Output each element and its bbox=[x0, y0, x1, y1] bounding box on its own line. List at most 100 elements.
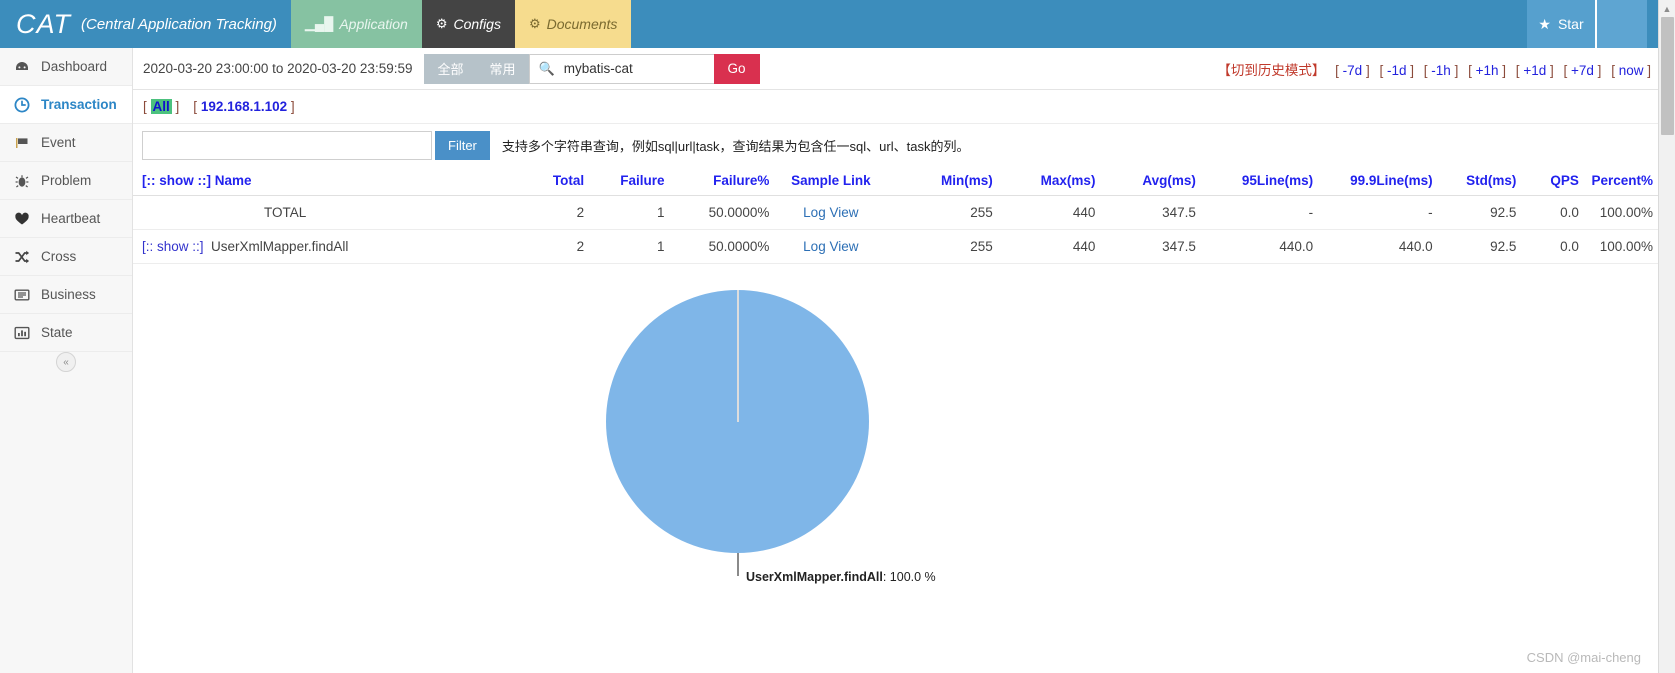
go-button[interactable]: Go bbox=[713, 53, 760, 84]
row-total: 2 bbox=[526, 229, 585, 264]
row-failure: 1 bbox=[584, 229, 665, 264]
row-avg: 347.5 bbox=[1095, 195, 1196, 230]
sidebar-item-label: State bbox=[41, 325, 73, 340]
table-header-row: [:: show ::] Name Total Failure Failure%… bbox=[133, 167, 1675, 196]
query-bar: 2020-03-20 23:00:00 to 2020-03-20 23:59:… bbox=[133, 48, 1675, 90]
pie-slice-value: : 100.0 % bbox=[882, 570, 936, 584]
sidebar-item-state[interactable]: State bbox=[0, 314, 132, 352]
host-ip-label[interactable]: 192.168.1.102 bbox=[201, 99, 287, 114]
row-failure-pct: 50.0000% bbox=[664, 229, 770, 264]
bug-icon bbox=[13, 173, 30, 189]
time-link-minus-1d[interactable]: [ -1d ] bbox=[1379, 63, 1414, 78]
sidebar-item-business[interactable]: Business bbox=[0, 276, 132, 314]
scope-common-button[interactable]: 常用 bbox=[477, 54, 529, 84]
host-ip[interactable]: [ 192.168.1.102 ] bbox=[193, 99, 294, 114]
nav-application[interactable]: ▁▄█ Application bbox=[290, 0, 422, 48]
top-bar: CAT (Central Application Tracking) ▁▄█ A… bbox=[0, 0, 1675, 48]
row-qps: 0.0 bbox=[1516, 229, 1579, 264]
scope-toggle: 全部 常用 bbox=[424, 53, 529, 84]
row-95line: 440.0 bbox=[1195, 229, 1314, 264]
pie-slice-name: UserXmlMapper.findAll bbox=[746, 570, 883, 584]
time-link-plus-1h[interactable]: [ +1h ] bbox=[1468, 63, 1506, 78]
filter-bar: Filter 支持多个字符串查询，例如sql|url|task，查询结果为包含任… bbox=[133, 124, 1675, 167]
col-total[interactable]: Total bbox=[526, 167, 585, 196]
row-min: 255 bbox=[892, 229, 993, 264]
time-link-plus-1d[interactable]: [ +1d ] bbox=[1516, 63, 1554, 78]
col-std[interactable]: Std(ms) bbox=[1432, 167, 1517, 196]
row-avg: 347.5 bbox=[1095, 229, 1196, 264]
scrollbar-thumb[interactable] bbox=[1661, 17, 1674, 135]
row-sample-link: Log View bbox=[769, 229, 893, 264]
search-icon: 🔍 bbox=[538, 60, 555, 76]
star-label: Star bbox=[1557, 16, 1584, 32]
dashboard-icon bbox=[13, 59, 30, 75]
col-failure-pct[interactable]: Failure% bbox=[664, 167, 770, 196]
sidebar-item-label: Event bbox=[41, 135, 76, 150]
row-min: 255 bbox=[892, 195, 993, 230]
col-min[interactable]: Min(ms) bbox=[892, 167, 993, 196]
sidebar-item-problem[interactable]: Problem bbox=[0, 162, 132, 200]
sidebar-item-event[interactable]: Event bbox=[0, 124, 132, 162]
nav-configs-label: Configs bbox=[453, 16, 501, 32]
search-input[interactable] bbox=[561, 60, 705, 77]
time-link-plus-7d[interactable]: [ +7d ] bbox=[1564, 63, 1602, 78]
history-mode-link[interactable]: 【切到历史模式】 bbox=[1217, 63, 1325, 78]
filter-input[interactable] bbox=[142, 131, 432, 160]
flag-icon bbox=[13, 135, 30, 151]
pie-slice-label: UserXmlMapper.findAll: 100.0 % bbox=[746, 570, 936, 584]
sidebar-item-heartbeat[interactable]: Heartbeat bbox=[0, 200, 132, 238]
col-avg[interactable]: Avg(ms) bbox=[1095, 167, 1196, 196]
nav-documents-label: Documents bbox=[546, 16, 618, 32]
host-all-label[interactable]: All bbox=[150, 99, 172, 114]
log-view-link[interactable]: Log View bbox=[803, 239, 858, 254]
time-link-minus-1h[interactable]: [ -1h ] bbox=[1424, 63, 1459, 78]
host-all[interactable]: [ All ] bbox=[143, 99, 179, 114]
nav-application-label: Application bbox=[339, 16, 408, 32]
vertical-scrollbar[interactable]: ▲ bbox=[1658, 0, 1675, 673]
star-count[interactable] bbox=[1595, 0, 1647, 48]
sidebar-item-label: Problem bbox=[41, 173, 92, 188]
date-range-label[interactable]: 2020-03-20 23:00:00 to 2020-03-20 23:59:… bbox=[140, 61, 424, 76]
sidebar-item-label: Transaction bbox=[41, 97, 117, 112]
sidebar-item-transaction[interactable]: Transaction bbox=[0, 86, 132, 124]
row-name: TOTAL bbox=[133, 195, 527, 230]
row-failure-pct: 50.0000% bbox=[664, 195, 770, 230]
sidebar-item-dashboard[interactable]: Dashboard bbox=[0, 48, 132, 86]
col-999line[interactable]: 99.9Line(ms) bbox=[1313, 167, 1433, 196]
host-selector: [ All ] [ 192.168.1.102 ] bbox=[133, 90, 1675, 124]
sidebar: Dashboard Transaction Event Problem Hear… bbox=[0, 48, 133, 673]
search-box: 🔍 bbox=[528, 53, 714, 84]
row-95line: - bbox=[1195, 195, 1314, 230]
row-999line: - bbox=[1313, 195, 1433, 230]
row-std: 92.5 bbox=[1432, 229, 1517, 264]
sidebar-item-cross[interactable]: Cross bbox=[0, 238, 132, 276]
row-show-link[interactable]: [:: show ::] bbox=[142, 239, 204, 254]
row-name-label: UserXmlMapper.findAll bbox=[211, 239, 349, 254]
col-name[interactable]: [:: show ::] Name bbox=[133, 167, 527, 196]
brand-short: CAT bbox=[16, 8, 71, 39]
top-nav: ▁▄█ Application ⚙ Configs ⚙ Documents bbox=[290, 0, 632, 48]
col-95line[interactable]: 95Line(ms) bbox=[1195, 167, 1314, 196]
scope-all-button[interactable]: 全部 bbox=[424, 54, 476, 84]
scroll-up-arrow-icon[interactable]: ▲ bbox=[1659, 0, 1675, 17]
sidebar-collapse[interactable]: « bbox=[0, 352, 132, 372]
time-link-minus-7d[interactable]: [ -7d ] bbox=[1335, 63, 1370, 78]
list-icon bbox=[13, 287, 30, 303]
main-content: 2020-03-20 23:00:00 to 2020-03-20 23:59:… bbox=[133, 48, 1675, 673]
time-navigation: 【切到历史模式】 [ -7d ] [ -1d ] [ -1h ] [ +1h ]… bbox=[1217, 59, 1651, 79]
log-view-link[interactable]: Log View bbox=[803, 205, 858, 220]
sidebar-item-label: Business bbox=[41, 287, 96, 302]
chevron-left-icon[interactable]: « bbox=[56, 352, 76, 372]
nav-configs[interactable]: ⚙ Configs bbox=[421, 0, 515, 48]
sidebar-item-label: Dashboard bbox=[41, 59, 108, 74]
col-qps[interactable]: QPS bbox=[1516, 167, 1579, 196]
nav-documents[interactable]: ⚙ Documents bbox=[514, 0, 632, 48]
pie-leader-line bbox=[737, 553, 739, 576]
star-button[interactable]: ★ Star bbox=[1527, 0, 1595, 48]
time-link-now[interactable]: [ now ] bbox=[1611, 63, 1651, 78]
row-max: 440 bbox=[992, 229, 1096, 264]
filter-button[interactable]: Filter bbox=[435, 131, 490, 160]
col-max[interactable]: Max(ms) bbox=[992, 167, 1096, 196]
row-name: [:: show ::] UserXmlMapper.findAll bbox=[133, 229, 527, 264]
col-failure[interactable]: Failure bbox=[584, 167, 665, 196]
